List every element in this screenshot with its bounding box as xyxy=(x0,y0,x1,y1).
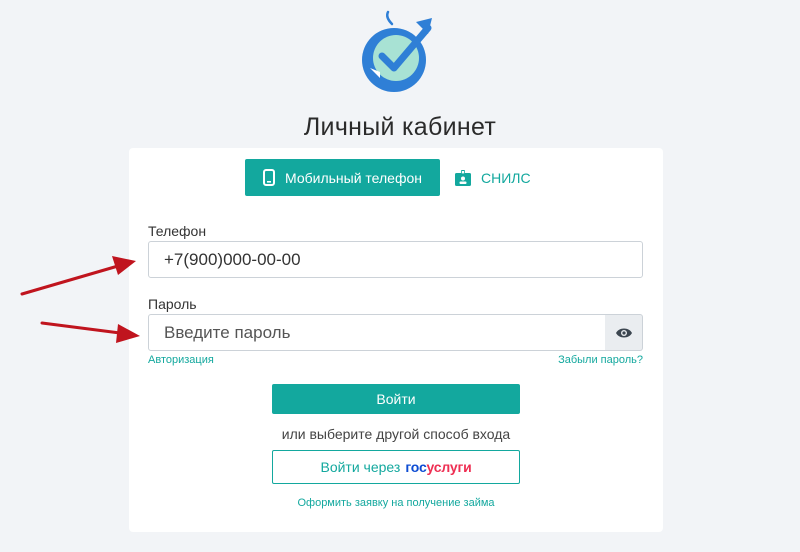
eye-icon xyxy=(615,328,632,337)
arrow-to-phone-icon xyxy=(20,256,136,296)
tab-mobile-phone[interactable]: Мобильный телефон xyxy=(245,159,440,196)
show-password-button[interactable] xyxy=(605,314,643,351)
page-title: Личный кабинет xyxy=(303,113,497,141)
phone-input[interactable] xyxy=(148,241,643,278)
tab-mobile-phone-label: Мобильный телефон xyxy=(285,169,422,186)
auth-link[interactable]: Авторизация xyxy=(148,354,214,366)
gosuslugi-login-button[interactable]: Войти через госуслуги xyxy=(272,450,520,484)
alt-login-text: или выберите другой способ входа xyxy=(281,426,511,442)
tab-snils[interactable]: СНИЛС xyxy=(451,159,541,196)
smartphone-icon xyxy=(263,169,275,186)
loan-application-link[interactable]: Оформить заявку на получение займа xyxy=(129,497,663,509)
phone-label: Телефон xyxy=(148,223,207,239)
gosuslugi-logo-part2: услуги xyxy=(426,459,472,475)
logo-icon xyxy=(362,10,432,92)
gosuslugi-prefix: Войти через xyxy=(320,459,401,475)
gosuslugi-logo: госуслуги xyxy=(405,459,471,475)
password-input[interactable] xyxy=(148,314,606,351)
id-badge-icon xyxy=(455,169,471,186)
gosuslugi-logo-part1: гос xyxy=(405,459,427,475)
arrow-to-password-icon xyxy=(40,321,140,343)
password-label: Пароль xyxy=(148,296,197,312)
login-button[interactable]: Войти xyxy=(272,384,520,414)
login-card: Мобильный телефон СНИЛС Телефон Пароль А… xyxy=(129,148,663,532)
forgot-password-link[interactable]: Забыли пароль? xyxy=(558,354,643,366)
tab-snils-label: СНИЛС xyxy=(481,169,531,186)
